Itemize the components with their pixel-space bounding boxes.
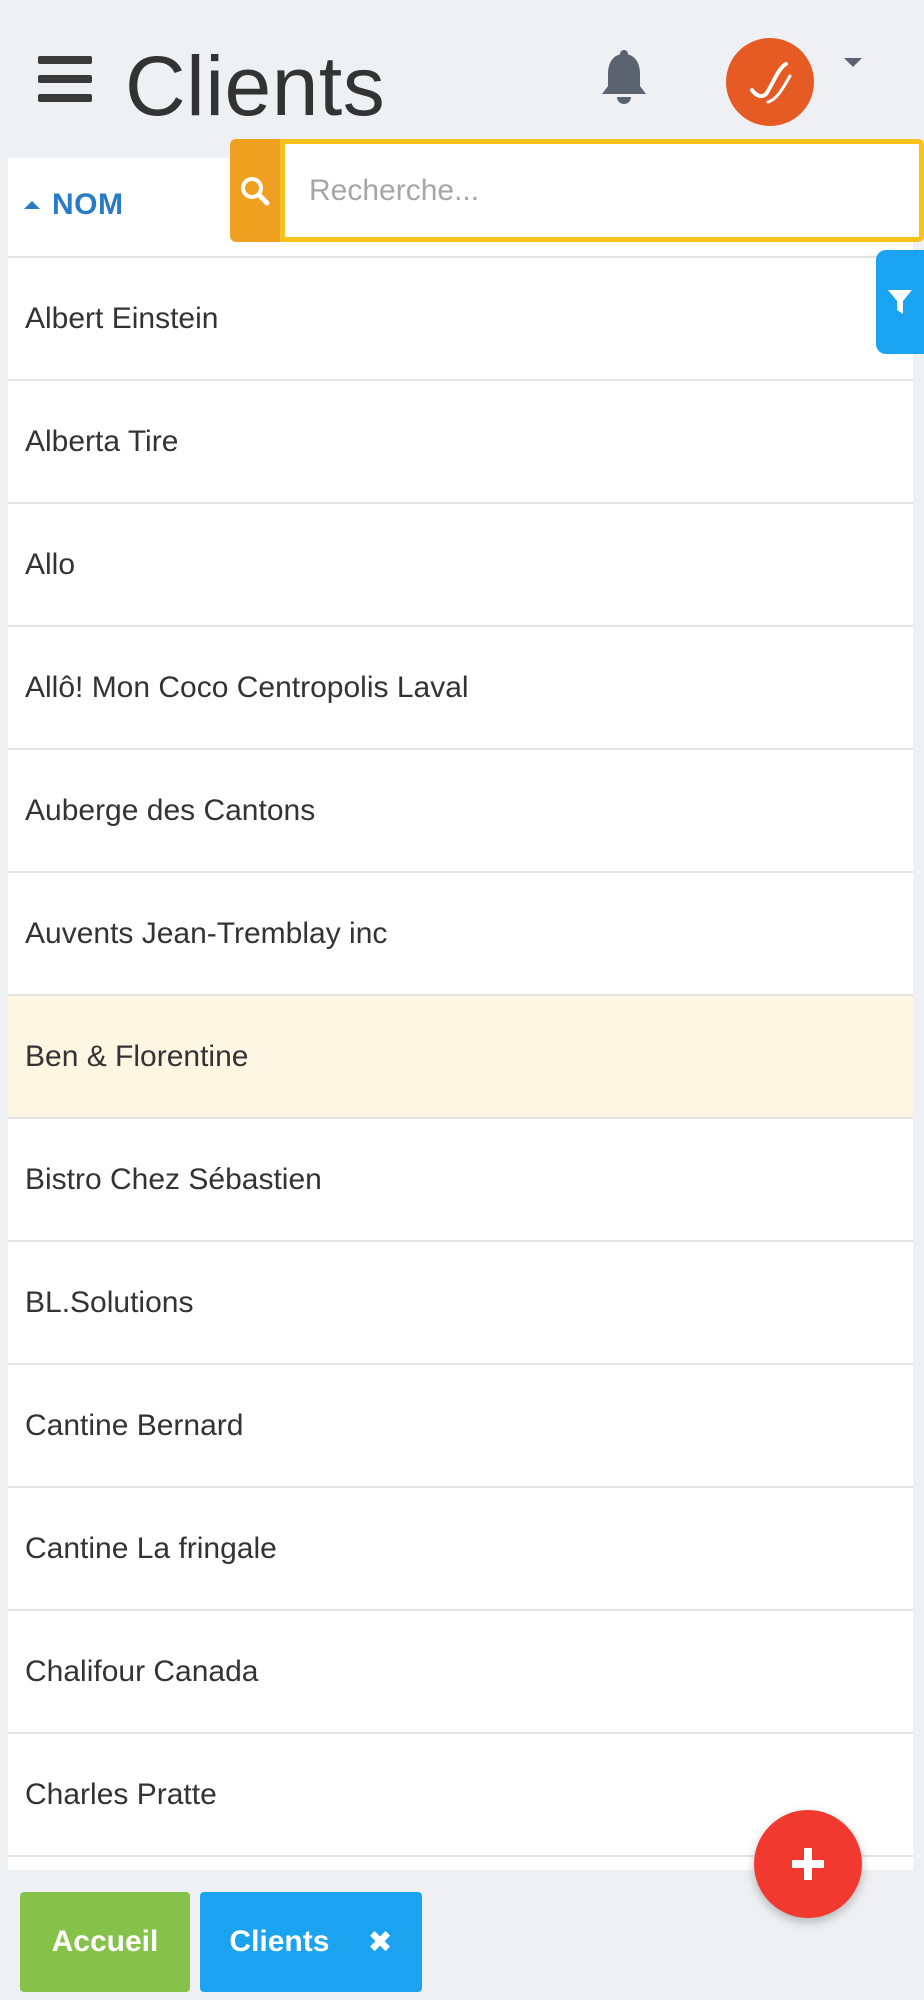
search-bar [230, 139, 924, 242]
list-item[interactable]: Auberge des Cantons [8, 750, 913, 873]
list-item[interactable]: BL.Solutions [8, 1242, 913, 1365]
clients-tab-label: Clients [229, 1925, 330, 1958]
close-icon[interactable]: ✖ [367, 1925, 392, 1960]
avatar[interactable] [726, 38, 814, 126]
sort-ascending-icon [24, 201, 40, 209]
list-item[interactable]: Auvents Jean-Tremblay inc [8, 873, 913, 996]
search-icon[interactable] [230, 139, 280, 242]
list-item[interactable]: Allo [8, 504, 913, 627]
sort-by-name-button[interactable]: NOM [24, 188, 124, 222]
home-tab-button[interactable]: Accueil [20, 1892, 190, 1992]
home-tab-label: Accueil [51, 1925, 159, 1958]
list-item-highlighted[interactable]: Ben & Florentine [8, 996, 913, 1119]
list-item[interactable]: Cantine La fringale [8, 1488, 913, 1611]
list-item[interactable]: Alberta Tire [8, 381, 913, 504]
hamburger-icon[interactable] [38, 56, 92, 102]
list-item[interactable]: Allô! Mon Coco Centropolis Laval [8, 627, 913, 750]
list-item[interactable]: Chalifour Canada [8, 1611, 913, 1734]
chevron-down-icon[interactable] [844, 58, 862, 67]
app-header: Clients [0, 0, 924, 160]
list-item[interactable]: Bistro Chez Sébastien [8, 1119, 913, 1242]
list-item[interactable]: Albert Einstein [8, 258, 913, 381]
search-input[interactable] [280, 139, 924, 242]
list-item[interactable]: Cantine Bernard [8, 1365, 913, 1488]
client-list: Albert Einstein Alberta Tire Allo Allô! … [8, 258, 913, 1857]
filter-icon[interactable] [876, 250, 924, 354]
clients-tab-button[interactable]: Clients ✖ [200, 1892, 422, 1992]
plus-icon [792, 1848, 824, 1880]
add-client-button[interactable] [754, 1810, 862, 1918]
page-title: Clients [125, 39, 386, 133]
bell-icon[interactable] [598, 50, 650, 106]
sort-label: NOM [52, 188, 124, 221]
client-list-panel: NOM Albert Einstein Alberta Tire Allo Al… [8, 158, 913, 1870]
